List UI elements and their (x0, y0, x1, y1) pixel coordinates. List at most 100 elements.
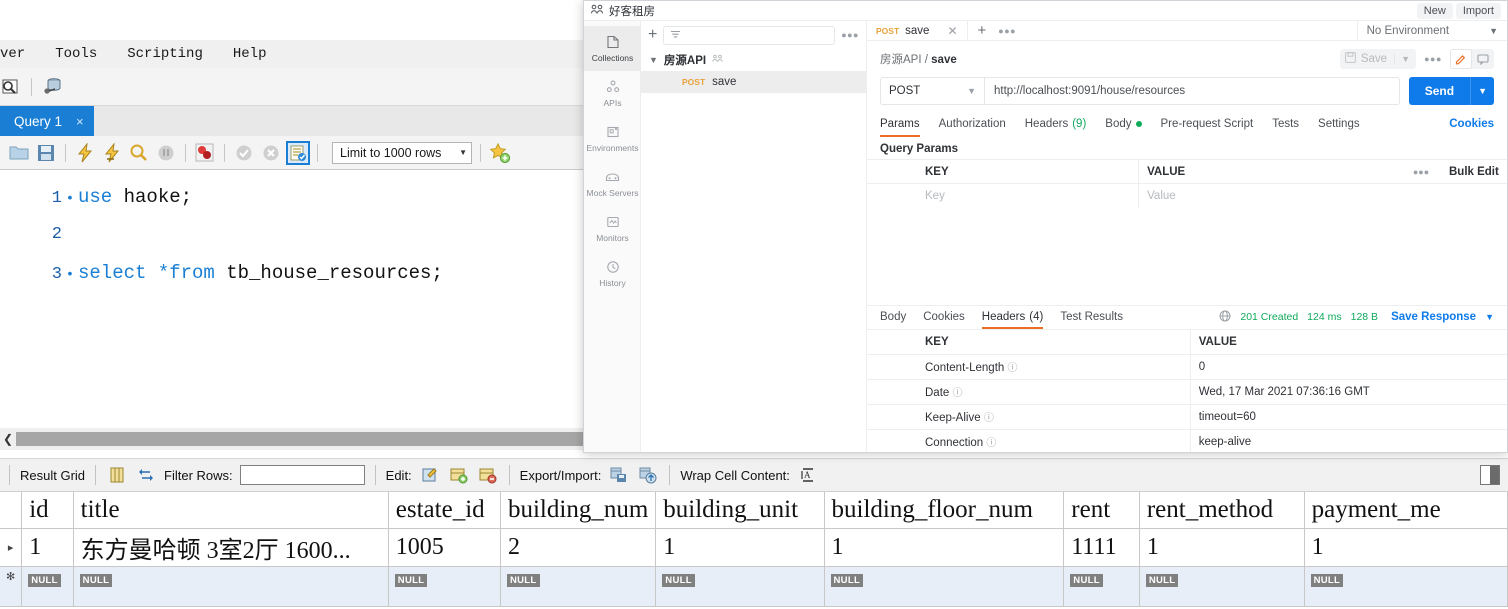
editor-horizontal-scrollbar[interactable]: ❮ (0, 428, 600, 450)
response-tab-body[interactable]: Body (880, 305, 906, 329)
scrollbar-thumb[interactable] (16, 432, 600, 446)
send-button[interactable]: Send (1408, 77, 1471, 105)
tab-headers[interactable]: Headers (9) (1025, 111, 1087, 137)
result-grid[interactable]: id title estate_id building_num building… (0, 492, 1508, 609)
cell-rent[interactable]: 1111 (1063, 528, 1140, 567)
toggle-autocommit-transaction-icon[interactable] (286, 140, 310, 165)
execute-current-icon[interactable] (101, 142, 123, 164)
wrap-text-icon[interactable]: A (797, 464, 819, 486)
open-script-icon[interactable] (8, 142, 30, 164)
comment-icon[interactable] (1472, 49, 1494, 69)
response-tab-test-results[interactable]: Test Results (1060, 305, 1123, 329)
new-cell-estate-id[interactable]: NULL (388, 566, 501, 607)
column-header-estate-id[interactable]: estate_id (388, 492, 501, 529)
table-row[interactable]: ▸ 1 东方曼哈顿 3室2厅 1600... 1005 2 1 1 1111 1… (0, 528, 1508, 567)
column-header-building-num[interactable]: building_num (500, 492, 657, 529)
cell-title[interactable]: 东方曼哈顿 3室2厅 1600... (73, 528, 389, 567)
refresh-icon[interactable] (135, 464, 157, 486)
database-connect-icon[interactable] (41, 76, 63, 98)
environment-selector[interactable]: No Environment ▼ (1356, 21, 1507, 40)
new-cell-rent-method[interactable]: NULL (1139, 566, 1305, 607)
edit-pencil-icon[interactable] (1450, 49, 1472, 69)
sidebar-item-history[interactable]: History (584, 251, 641, 296)
tab-params[interactable]: Params (880, 111, 920, 137)
sql-editor-icon[interactable] (0, 76, 22, 98)
cell-estate-id[interactable]: 1005 (388, 528, 501, 567)
delete-row-icon[interactable] (477, 464, 499, 486)
filter-rows-input[interactable] (239, 465, 365, 485)
column-header-title[interactable]: title (73, 492, 389, 529)
cookies-link[interactable]: Cookies (1449, 118, 1494, 130)
export-recordset-icon[interactable] (608, 464, 630, 486)
info-icon[interactable]: ⓘ (984, 413, 994, 424)
column-header-building-floor-num[interactable]: building_floor_num (824, 492, 1065, 529)
url-input[interactable]: http://localhost:9091/house/resources (984, 77, 1400, 105)
add-snippet-icon[interactable] (489, 142, 511, 164)
sidebar-item-monitors[interactable]: Monitors (584, 206, 641, 251)
method-select[interactable]: POST ▼ (880, 77, 984, 105)
params-value-input[interactable]: Value (1138, 183, 1507, 208)
menu-item-scripting[interactable]: Scripting (127, 46, 203, 62)
save-button[interactable]: Save ▼ (1339, 49, 1416, 69)
menu-item-server[interactable]: ver (0, 46, 25, 62)
send-options-icon[interactable]: ▼ (1470, 77, 1494, 105)
request-more-icon[interactable]: ●●● (1422, 49, 1444, 69)
new-cell-building-num[interactable]: NULL (500, 566, 657, 607)
column-header-payment-method[interactable]: payment_me (1304, 492, 1508, 529)
params-empty-row[interactable]: Key Value (867, 183, 1507, 208)
new-cell-title[interactable]: NULL (73, 566, 389, 607)
workspace-selector[interactable]: 好客租房 (584, 3, 655, 19)
toggle-autocommit-icon[interactable] (194, 142, 216, 164)
table-row-new[interactable]: ✻ NULL NULL NULL NULL NULL NULL NULL NUL… (0, 566, 1508, 607)
sidebar-filter[interactable] (663, 25, 836, 45)
network-globe-icon[interactable] (1219, 310, 1231, 325)
info-icon[interactable]: ⓘ (953, 388, 963, 399)
cell-rent-method[interactable]: 1 (1139, 528, 1305, 567)
sql-editor[interactable]: 1 • use haoke; 2 3 • select *from tb_hou… (0, 170, 600, 428)
insert-row-icon[interactable] (448, 464, 470, 486)
open-tab-save[interactable]: POST save ✕ (867, 21, 968, 40)
tab-tests[interactable]: Tests (1272, 111, 1299, 137)
form-editor-icon[interactable] (106, 464, 128, 486)
breadcrumb-collection[interactable]: 房源API (880, 54, 922, 66)
add-new-icon[interactable]: + (648, 27, 657, 43)
collection-item[interactable]: ▼ 房源API (641, 49, 866, 71)
new-cell-building-unit[interactable]: NULL (655, 566, 825, 607)
cell-id[interactable]: 1 (21, 528, 74, 567)
chevron-down-icon[interactable]: ▼ (1394, 54, 1416, 64)
explain-query-icon[interactable] (128, 142, 150, 164)
query-tab-1[interactable]: Query 1 × (0, 106, 94, 136)
column-header-rent-method[interactable]: rent_method (1139, 492, 1305, 529)
chevron-down-icon[interactable]: ▼ (1485, 312, 1494, 322)
response-tab-headers[interactable]: Headers (4) (981, 305, 1043, 329)
import-button[interactable]: Import (1455, 2, 1501, 19)
row-limit-select[interactable]: Limit to 1000 rows ▼ (332, 141, 472, 164)
new-cell-payment-method[interactable]: NULL (1304, 566, 1508, 607)
edit-row-icon[interactable] (419, 464, 441, 486)
bulk-edit-button[interactable]: Bulk Edit (1441, 159, 1507, 184)
new-cell-building-floor-num[interactable]: NULL (824, 566, 1065, 607)
tab-authorization[interactable]: Authorization (939, 111, 1006, 137)
request-item-save[interactable]: POST save (641, 71, 866, 93)
menu-item-help[interactable]: Help (233, 46, 267, 62)
toggle-sidebar-icon[interactable] (1480, 465, 1500, 485)
column-header-rent[interactable]: rent (1063, 492, 1140, 529)
close-icon[interactable]: × (76, 114, 84, 129)
new-button[interactable]: New (1416, 2, 1453, 19)
cell-payment-method[interactable]: 1 (1304, 528, 1508, 567)
tab-settings[interactable]: Settings (1318, 111, 1360, 137)
column-header-id[interactable]: id (21, 492, 74, 529)
info-icon[interactable]: ⓘ (1008, 363, 1018, 374)
params-checkbox[interactable] (867, 183, 917, 208)
params-more-icon[interactable]: ●●● (1401, 159, 1441, 184)
execute-icon[interactable] (74, 142, 96, 164)
sidebar-item-apis[interactable]: APIs (584, 71, 641, 116)
new-cell-id[interactable]: NULL (21, 566, 74, 607)
tab-more-icon[interactable]: ●●● (998, 26, 1016, 36)
cell-building-num[interactable]: 2 (500, 528, 657, 567)
import-recordset-icon[interactable] (637, 464, 659, 486)
tab-body[interactable]: Body (1105, 111, 1142, 137)
tab-pre-request-script[interactable]: Pre-request Script (1161, 111, 1254, 137)
info-icon[interactable]: ⓘ (986, 438, 996, 449)
cell-building-unit[interactable]: 1 (655, 528, 825, 567)
